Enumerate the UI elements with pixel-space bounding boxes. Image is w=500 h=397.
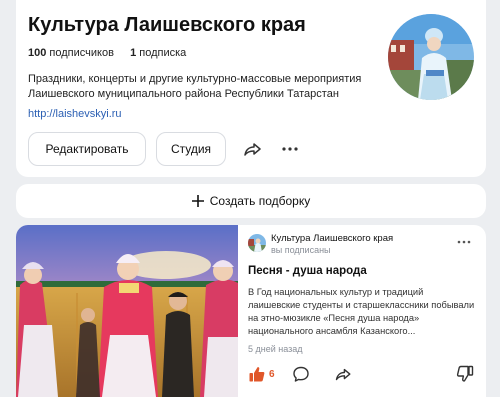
create-collection-button[interactable]: Создать подборку bbox=[191, 194, 311, 208]
post-image[interactable] bbox=[16, 225, 238, 397]
edit-button[interactable]: Редактировать bbox=[28, 132, 146, 166]
post-share-icon[interactable] bbox=[334, 365, 352, 383]
channel-description: Праздники, концерты и другие культурно-м… bbox=[28, 73, 362, 100]
post-author-avatar[interactable] bbox=[248, 234, 266, 252]
channel-stats: 100 подписчиков 1 подписка bbox=[28, 47, 186, 59]
create-collection-label: Создать подборку bbox=[209, 194, 311, 208]
subscriptions-count[interactable]: 1 bbox=[130, 47, 136, 59]
post-time: 5 дней назад bbox=[248, 344, 303, 354]
post-author-status: вы подписаны bbox=[271, 245, 331, 255]
channel-website-link[interactable]: http://laishevskyi.ru bbox=[28, 108, 122, 120]
comment-icon[interactable] bbox=[292, 365, 310, 383]
studio-button[interactable]: Студия bbox=[156, 132, 226, 166]
like-icon[interactable] bbox=[248, 365, 266, 383]
plus-icon bbox=[191, 195, 204, 207]
post-card[interactable]: Культура Лаишевского края вы подписаны П… bbox=[16, 225, 486, 397]
post-author-name[interactable]: Культура Лаишевского края bbox=[271, 233, 393, 244]
more-options-icon[interactable] bbox=[280, 139, 300, 159]
post-title[interactable]: Песня - душа народа bbox=[248, 265, 367, 277]
channel-title: Культура Лаишевского края bbox=[28, 14, 306, 36]
post-more-options-icon[interactable] bbox=[456, 237, 472, 247]
channel-avatar[interactable] bbox=[388, 14, 474, 100]
subscribers-label[interactable]: подписчиков bbox=[49, 47, 114, 59]
subscriptions-label[interactable]: подписка bbox=[139, 47, 186, 59]
dislike-icon[interactable] bbox=[456, 365, 474, 383]
subscribers-count[interactable]: 100 bbox=[28, 47, 46, 59]
channel-header-card: Культура Лаишевского края 100 подписчико… bbox=[16, 0, 486, 177]
post-text[interactable]: В Год национальных культур и традиций ла… bbox=[248, 286, 476, 338]
share-icon[interactable] bbox=[242, 139, 262, 159]
create-collection-bar[interactable]: Создать подборку bbox=[16, 184, 486, 218]
like-count: 6 bbox=[269, 369, 275, 380]
